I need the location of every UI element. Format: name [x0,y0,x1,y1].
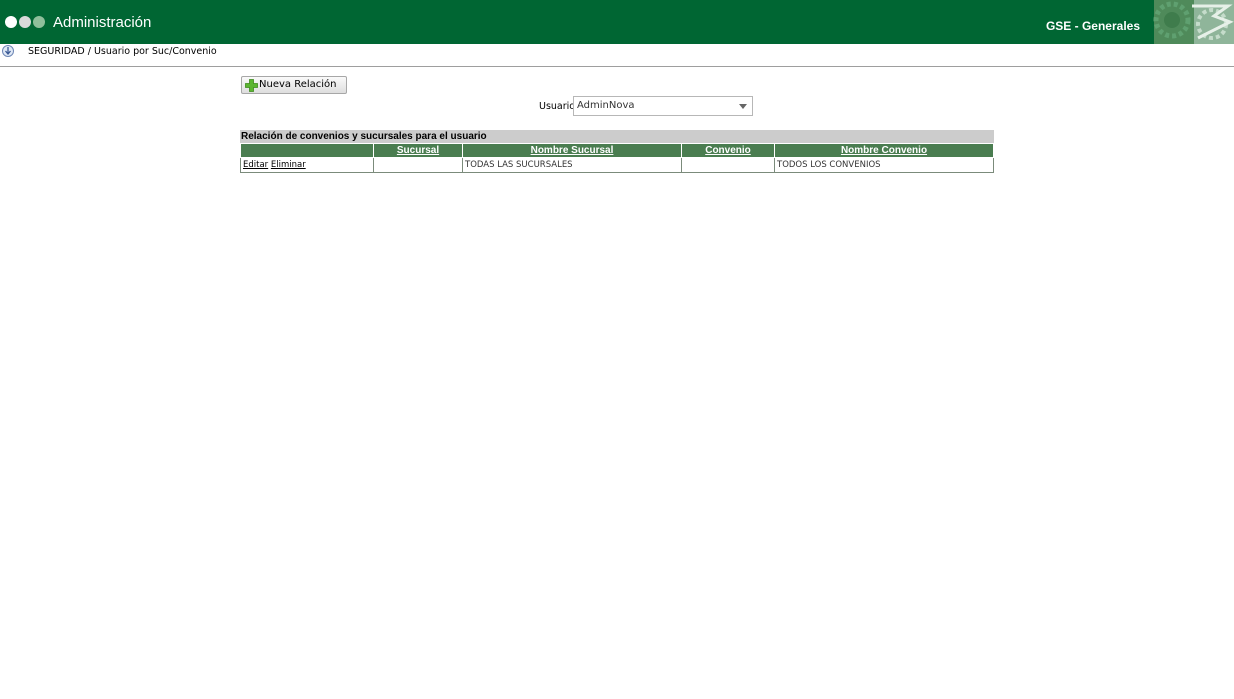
breadcrumb-bar: SEGURIDAD / Usuario por Suc/Convenio [0,44,1234,67]
sucursal-cell [373,157,463,173]
column-header-nombre-convenio[interactable]: Nombre Convenio [774,143,994,158]
top-banner: Administración GSE - Generales [0,0,1234,44]
column-header-nombre-sucursal[interactable]: Nombre Sucursal [462,143,682,158]
dot-icon-1 [5,16,17,28]
chevron-down-icon[interactable] [739,104,747,109]
column-header-actions [240,143,374,158]
actions-cell: Editar Eliminar [240,157,374,173]
dot-icon-2 [19,16,31,28]
delete-link[interactable]: Eliminar [271,160,306,170]
nombre-sucursal-cell: TODAS LAS SUCURSALES [462,157,682,173]
relations-table: Sucursal Nombre Sucursal Convenio Nombre… [240,143,994,173]
user-label: Usuario [539,101,576,112]
nombre-convenio-cell: TODOS LOS CONVENIOS [774,157,994,173]
edit-link[interactable]: Editar [243,160,268,170]
grid-caption: Relación de convenios y sucursales para … [240,130,994,143]
table-row: Editar Eliminar TODAS LAS SUCURSALES TOD… [240,157,994,173]
convenio-cell [681,157,775,173]
app-title: Administración [53,14,152,31]
info-arrow-icon [2,45,14,57]
column-header-convenio[interactable]: Convenio [681,143,775,158]
new-relation-button[interactable]: Nueva Relación [241,76,347,94]
system-name: GSE - Generales [1045,19,1140,33]
table-header-row: Sucursal Nombre Sucursal Convenio Nombre… [240,143,994,158]
dot-icon-3 [33,16,45,28]
user-select-value: AdminNova [577,100,635,111]
breadcrumb: SEGURIDAD / Usuario por Suc/Convenio [28,46,217,57]
user-select[interactable]: AdminNova [573,96,753,116]
column-header-sucursal[interactable]: Sucursal [373,143,463,158]
new-relation-label: Nueva Relación [259,79,337,90]
plus-icon [245,79,258,92]
